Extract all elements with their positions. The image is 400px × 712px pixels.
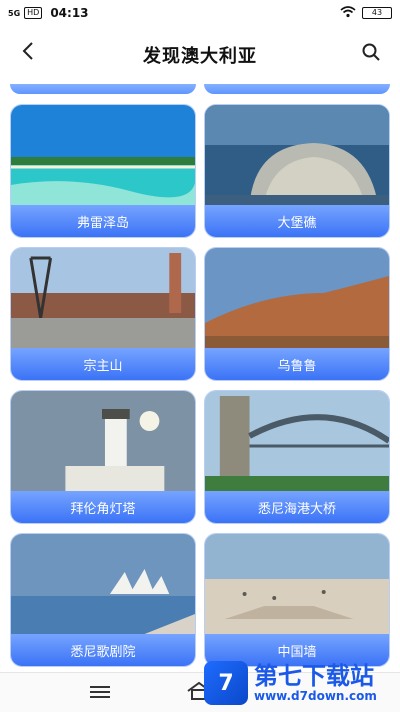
attraction-card[interactable]: 拜伦角灯塔 xyxy=(10,390,196,524)
mine-photo xyxy=(11,248,195,350)
attraction-card[interactable]: 弗雷泽岛 xyxy=(10,104,196,238)
attraction-card[interactable]: 乌鲁鲁 xyxy=(204,247,390,381)
wifi-icon xyxy=(340,5,356,21)
rock-photo xyxy=(205,248,389,350)
card-label: 弗雷泽岛 xyxy=(11,205,195,237)
status-time: 04:13 xyxy=(50,6,89,20)
search-icon xyxy=(361,42,381,66)
status-right: 43 xyxy=(340,5,392,21)
previous-row xyxy=(0,84,400,96)
desert-photo xyxy=(205,534,389,636)
status-bar: 5G HD 04:13 43 xyxy=(0,0,400,26)
watermark-url: www.d7down.com xyxy=(254,689,377,703)
hd-badge: HD xyxy=(24,7,43,19)
attraction-card[interactable]: 宗主山 xyxy=(10,247,196,381)
attraction-grid: 弗雷泽岛 大堡礁 宗主山 乌鲁鲁 拜伦角灯塔 悉尼海港大桥 悉尼歌剧院 中国墙 xyxy=(0,84,400,670)
menu-icon[interactable] xyxy=(90,683,110,699)
card-label: 乌鲁鲁 xyxy=(205,348,389,380)
card-label: 宗主山 xyxy=(11,348,195,380)
network-indicator: 5G xyxy=(8,8,21,18)
previous-card-right[interactable] xyxy=(204,84,390,94)
previous-card-left[interactable] xyxy=(10,84,196,94)
watermark-name: 第七下载站 xyxy=(254,662,374,690)
attraction-card[interactable]: 悉尼歌剧院 xyxy=(10,533,196,667)
card-label: 大堡礁 xyxy=(205,205,389,237)
card-label: 悉尼歌剧院 xyxy=(11,634,195,666)
search-button[interactable] xyxy=(358,40,384,68)
attraction-card[interactable]: 中国墙 xyxy=(204,533,390,667)
attraction-card[interactable]: 大堡礁 xyxy=(204,104,390,238)
attraction-card[interactable]: 悉尼海港大桥 xyxy=(204,390,390,524)
watermark-text: 第七下载站 www.d7down.com xyxy=(254,663,377,703)
bridge-photo xyxy=(205,391,389,493)
reef-photo xyxy=(205,105,389,207)
card-label: 拜伦角灯塔 xyxy=(11,491,195,523)
beach-photo xyxy=(11,105,195,207)
battery-indicator: 43 xyxy=(362,7,392,19)
back-button[interactable] xyxy=(16,40,40,68)
page-title: 发现澳大利亚 xyxy=(143,46,257,67)
chevron-left-icon xyxy=(21,41,35,67)
lighthouse-photo xyxy=(11,391,195,493)
opera-photo xyxy=(11,534,195,636)
status-left: 5G HD 04:13 xyxy=(8,6,89,20)
watermark-logo-icon: 7 xyxy=(204,661,248,705)
card-label: 悉尼海港大桥 xyxy=(205,491,389,523)
watermark: 7 第七下载站 www.d7down.com xyxy=(204,661,394,705)
app-header: 发现澳大利亚 xyxy=(0,26,400,84)
